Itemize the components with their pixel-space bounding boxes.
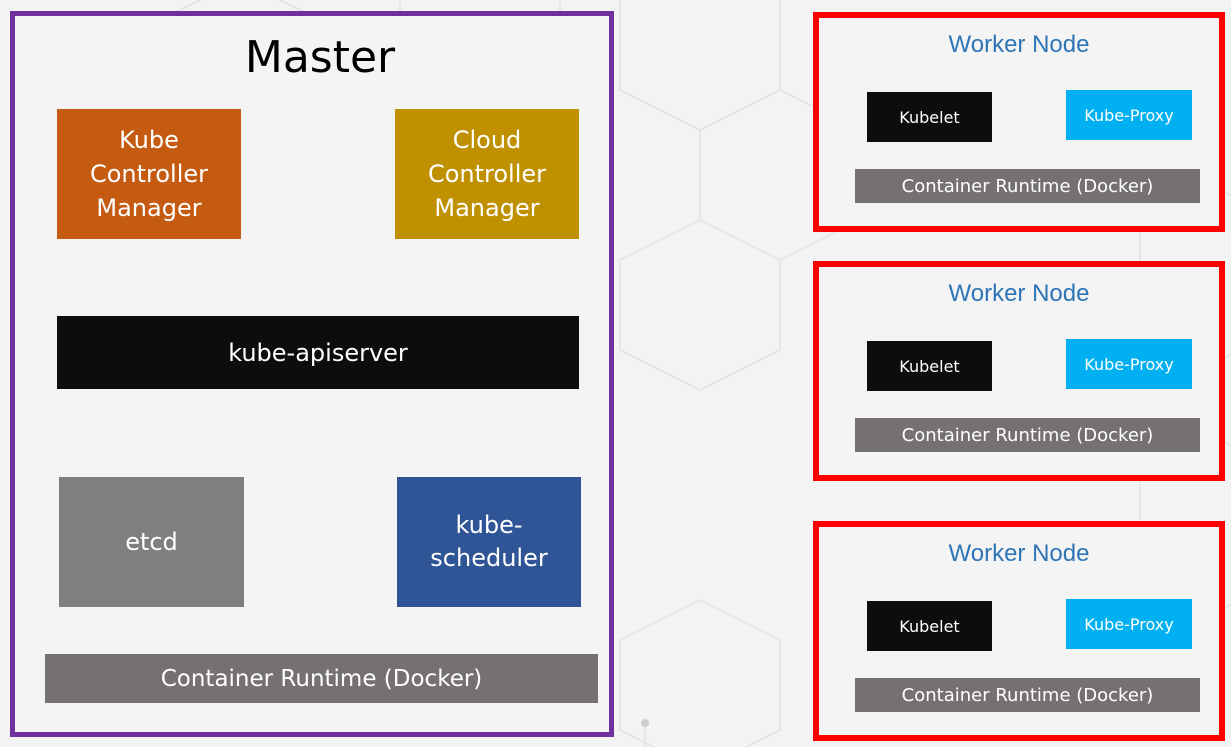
worker-node-title: Worker Node [948, 540, 1090, 567]
kube-proxy-box: Kube-Proxy [1066, 339, 1192, 389]
etcd-box: etcd [59, 477, 244, 607]
kube-apiserver-box: kube-apiserver [57, 316, 579, 389]
worker-container-runtime-label: Container Runtime (Docker) [901, 424, 1154, 446]
kube-scheduler-label-line-1: kube- [455, 511, 523, 539]
cloud-controller-manager-label-line-3: Manager [434, 194, 540, 222]
kubelet-box: Kubelet [867, 92, 992, 142]
kube-controller-manager-label-line-3: Manager [96, 194, 202, 222]
kubelet-box: Kubelet [867, 601, 992, 651]
worker-container-runtime-bar: Container Runtime (Docker) [855, 169, 1200, 203]
worker-container-runtime-label: Container Runtime (Docker) [901, 175, 1154, 197]
kube-controller-manager-label-line-2: Controller [89, 160, 209, 188]
kube-scheduler-label-line-2: scheduler [430, 544, 548, 572]
master-container-runtime-bar: Container Runtime (Docker) [45, 654, 598, 703]
cloud-controller-manager-label-line-2: Controller [427, 160, 547, 188]
kube-controller-manager-label-line-1: Kube [119, 126, 179, 154]
etcd-label: etcd [125, 528, 178, 556]
kubelet-box: Kubelet [867, 341, 992, 391]
worker-node-panel: Worker Node Kubelet Kube-Proxy Container… [813, 12, 1225, 232]
kubelet-label: Kubelet [899, 107, 960, 127]
kubelet-label: Kubelet [899, 616, 960, 636]
master-title: Master [244, 32, 396, 83]
kube-scheduler-box: kube- scheduler [397, 477, 581, 607]
worker-container-runtime-label: Container Runtime (Docker) [901, 684, 1154, 706]
kube-proxy-label: Kube-Proxy [1084, 614, 1174, 634]
kube-proxy-label: Kube-Proxy [1084, 354, 1174, 374]
worker-node-title: Worker Node [948, 31, 1090, 58]
cloud-controller-manager-label-line-1: Cloud [452, 126, 522, 154]
kube-proxy-box: Kube-Proxy [1066, 599, 1192, 649]
diagram-canvas: Master Kube Controller Manager Cloud Con… [0, 0, 1231, 747]
worker-node-title: Worker Node [948, 280, 1090, 307]
cloud-controller-manager-box: Cloud Controller Manager [395, 109, 579, 239]
node-dot [641, 719, 649, 727]
kube-proxy-box: Kube-Proxy [1066, 90, 1192, 140]
kube-controller-manager-box: Kube Controller Manager [57, 109, 241, 239]
worker-node-panel: Worker Node Kubelet Kube-Proxy Container… [813, 261, 1225, 481]
kube-apiserver-label: kube-apiserver [228, 338, 408, 367]
master-node-panel: Master Kube Controller Manager Cloud Con… [10, 11, 614, 737]
kube-proxy-label: Kube-Proxy [1084, 105, 1174, 125]
worker-container-runtime-bar: Container Runtime (Docker) [855, 678, 1200, 712]
master-container-runtime-label: Container Runtime (Docker) [160, 665, 483, 692]
kubelet-label: Kubelet [899, 356, 960, 376]
worker-container-runtime-bar: Container Runtime (Docker) [855, 418, 1200, 452]
worker-node-panel: Worker Node Kubelet Kube-Proxy Container… [813, 521, 1225, 741]
